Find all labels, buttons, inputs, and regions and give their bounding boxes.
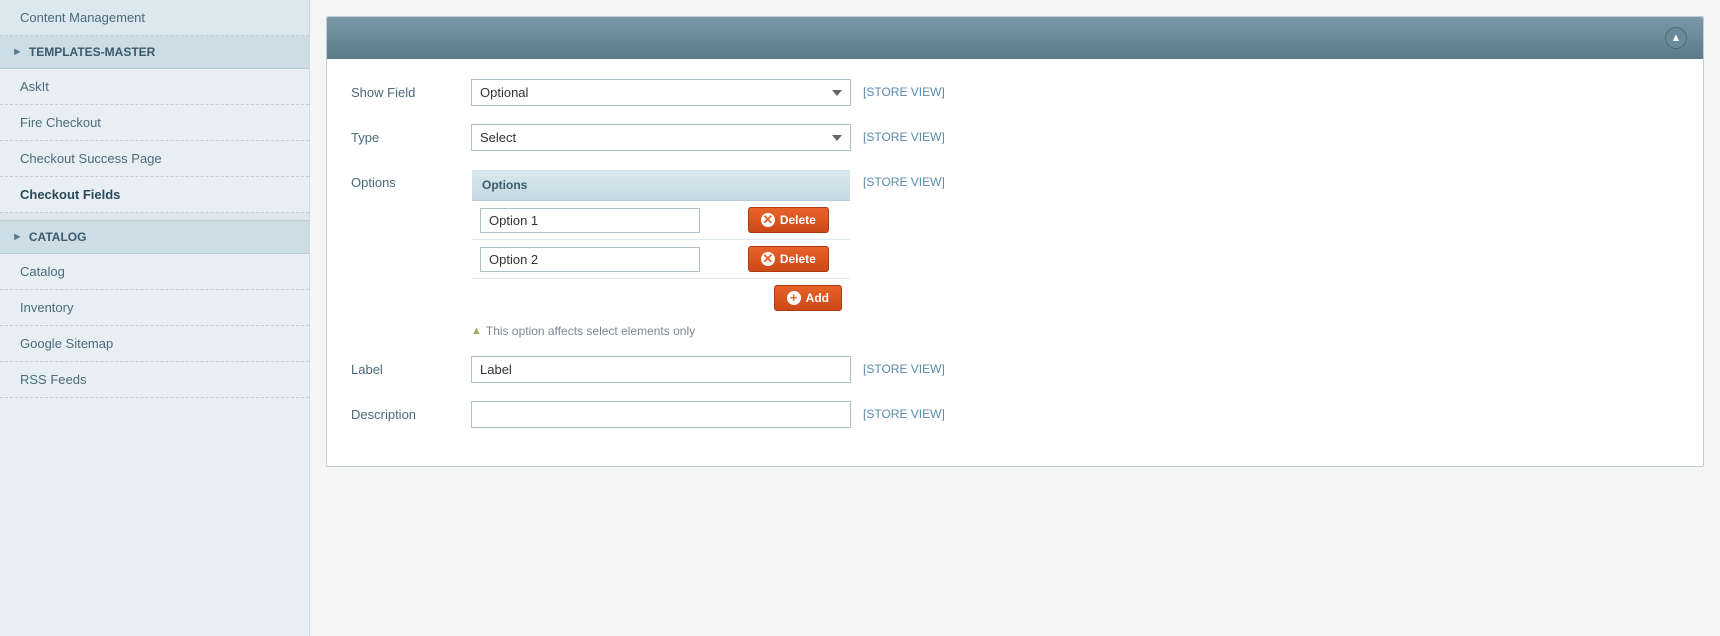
table-row: ✕ Delete xyxy=(472,201,851,240)
options-add-row: + Add xyxy=(472,279,851,318)
sidebar-item[interactable]: Inventory xyxy=(0,290,309,326)
field-panel-header: ▲ xyxy=(327,17,1703,59)
sidebar-item[interactable]: Content Management xyxy=(0,0,309,36)
options-add-cell: + Add xyxy=(740,279,851,318)
label-row: Label [STORE VIEW] xyxy=(351,356,1679,383)
sidebar-item[interactable]: Google Sitemap xyxy=(0,326,309,362)
field-panel-body: Show Field Optional Required Hidden [STO… xyxy=(327,59,1703,466)
show-field-row: Show Field Optional Required Hidden [STO… xyxy=(351,79,1679,106)
label-field-label: Label xyxy=(351,356,471,377)
show-field-control: Optional Required Hidden [STORE VIEW] xyxy=(471,79,1679,106)
label-store-view[interactable]: [STORE VIEW] xyxy=(863,356,945,376)
description-store-view[interactable]: [STORE VIEW] xyxy=(863,401,945,421)
option-1-delete-cell: ✕ Delete xyxy=(740,201,851,240)
type-store-view[interactable]: [STORE VIEW] xyxy=(863,124,945,144)
options-add-empty xyxy=(472,279,740,318)
option-2-input[interactable] xyxy=(480,247,700,272)
type-label: Type xyxy=(351,124,471,145)
delete-icon: ✕ xyxy=(761,252,775,266)
type-control: Select Text Textarea Checkbox [STORE VIE… xyxy=(471,124,1679,151)
sidebar-section-header[interactable]: ► TEMPLATES-MASTER xyxy=(0,36,309,69)
show-field-store-view[interactable]: [STORE VIEW] xyxy=(863,79,945,99)
show-field-select[interactable]: Optional Required Hidden xyxy=(471,79,851,106)
options-row: Options Options xyxy=(351,169,1679,338)
label-control: [STORE VIEW] xyxy=(471,356,1679,383)
warning-icon: ▲ xyxy=(471,325,482,337)
delete-icon: ✕ xyxy=(761,213,775,227)
option-1-cell xyxy=(472,201,740,240)
type-row: Type Select Text Textarea Checkbox [STOR… xyxy=(351,124,1679,151)
sidebar-item[interactable]: Checkout Success Page xyxy=(0,141,309,177)
description-row: Description [STORE VIEW] xyxy=(351,401,1679,428)
option-1-delete-button[interactable]: ✕ Delete xyxy=(748,207,829,233)
description-input[interactable] xyxy=(471,401,851,428)
description-control: [STORE VIEW] xyxy=(471,401,1679,428)
option-2-delete-button[interactable]: ✕ Delete xyxy=(748,246,829,272)
sidebar-item[interactable]: Catalog xyxy=(0,254,309,290)
sidebar-item[interactable]: Checkout Fields xyxy=(0,177,309,213)
sidebar-item[interactable]: RSS Feeds xyxy=(0,362,309,398)
main-content: ▲ Show Field Optional Required Hidden [S… xyxy=(310,0,1720,636)
options-table: Options xyxy=(471,169,851,318)
sidebar: Content Management ► TEMPLATES-MASTER AskIt… xyxy=(0,0,310,636)
section-arrow-icon: ► xyxy=(12,46,23,58)
add-option-button[interactable]: + Add xyxy=(774,285,842,311)
options-label: Options xyxy=(351,169,471,190)
options-col-header: Options xyxy=(472,170,740,201)
show-field-label: Show Field xyxy=(351,79,471,100)
section-header-label: TEMPLATES-MASTER xyxy=(29,45,155,59)
sidebar-item[interactable]: AskIt xyxy=(0,69,309,105)
options-col-action xyxy=(740,170,851,201)
description-label: Description xyxy=(351,401,471,422)
collapse-button[interactable]: ▲ xyxy=(1665,27,1687,49)
options-notice: ▲ This option affects select elements on… xyxy=(471,324,851,338)
option-1-input[interactable] xyxy=(480,208,700,233)
options-control: Options xyxy=(471,169,1679,338)
options-store-view[interactable]: [STORE VIEW] xyxy=(863,169,945,189)
label-input[interactable] xyxy=(471,356,851,383)
section-header-label: CATALOG xyxy=(29,230,87,244)
section-arrow-icon: ► xyxy=(12,231,23,243)
table-row: ✕ Delete xyxy=(472,240,851,279)
type-select[interactable]: Select Text Textarea Checkbox xyxy=(471,124,851,151)
sidebar-item[interactable]: Fire Checkout xyxy=(0,105,309,141)
option-2-cell xyxy=(472,240,740,279)
options-table-wrap: Options xyxy=(471,169,851,338)
add-icon: + xyxy=(787,291,801,305)
field-panel: ▲ Show Field Optional Required Hidden [S… xyxy=(326,16,1704,467)
sidebar-spacer xyxy=(0,213,309,221)
sidebar-section-header[interactable]: ► CATALOG xyxy=(0,221,309,254)
option-2-delete-cell: ✕ Delete xyxy=(740,240,851,279)
options-notice-text: This option affects select elements only xyxy=(486,324,695,338)
